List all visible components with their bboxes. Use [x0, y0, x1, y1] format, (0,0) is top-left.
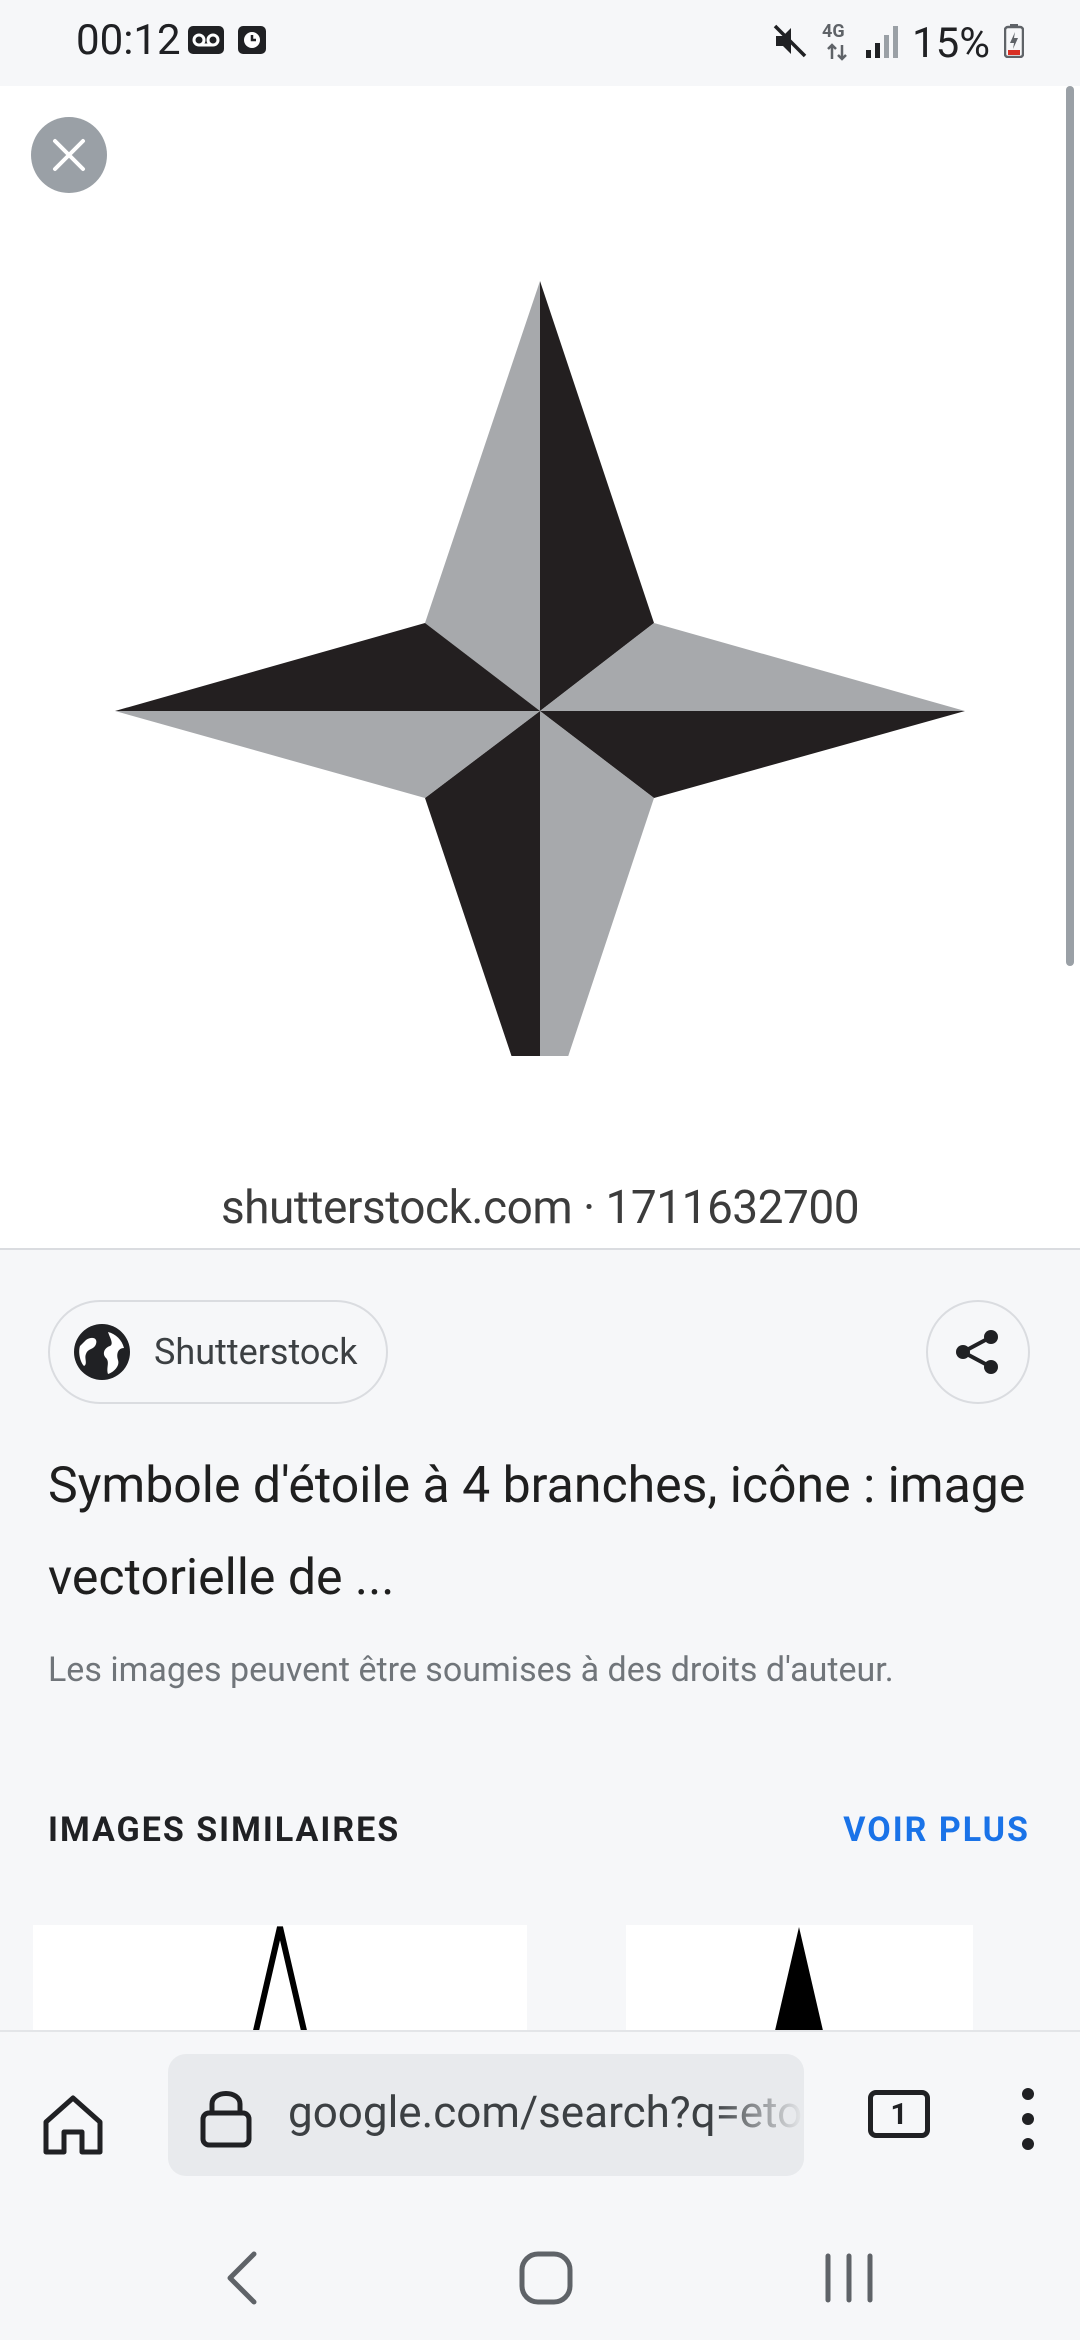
clock-app-icon: [238, 26, 266, 58]
signal-icon: [866, 24, 899, 62]
similar-image-thumbnail[interactable]: [626, 1925, 973, 2035]
voicemail-icon: [188, 26, 224, 58]
address-bar[interactable]: google.com/search?q=etoile: [168, 2054, 804, 2176]
close-button[interactable]: [31, 117, 107, 193]
image-watermark: shutterstock.com · 1711632700: [220, 1181, 860, 1235]
similar-images-heading: IMAGES SIMILAIRES: [48, 1810, 401, 1850]
battery-level: 15%: [912, 18, 990, 68]
url-fade: [714, 2054, 804, 2176]
recent-apps-icon[interactable]: [822, 2250, 876, 2306]
network-type-label: 4G: [822, 21, 845, 42]
battery-charging-icon: [1003, 24, 1025, 62]
system-navigation-bar: [0, 2210, 1080, 2340]
similar-image-thumbnail[interactable]: [33, 1925, 527, 2035]
back-icon[interactable]: [222, 2250, 262, 2306]
four-point-star-image: [110, 196, 970, 1141]
see-more-link[interactable]: VOIR PLUS: [843, 1810, 1030, 1850]
share-icon: [956, 1330, 998, 1374]
network-type-icon: 4G: [822, 21, 852, 65]
status-time: 00:12: [76, 16, 181, 65]
copyright-notice: Les images peuvent être soumises à des d…: [48, 1650, 894, 1690]
source-chip[interactable]: Shutterstock: [48, 1300, 388, 1404]
status-right-group: 4G 15%: [772, 18, 1025, 68]
share-button[interactable]: [926, 1300, 1030, 1404]
lock-icon: [200, 2091, 252, 2148]
close-icon: [53, 139, 85, 171]
home-nav-icon[interactable]: [518, 2250, 574, 2306]
image-preview-panel: shutterstock.com · 1711632700: [0, 86, 1080, 1250]
status-bar: 00:12 4G 15%: [0, 0, 1080, 86]
scrollbar-thumb[interactable]: [1066, 86, 1074, 966]
home-icon[interactable]: [38, 2090, 108, 2160]
source-name: Shutterstock: [154, 1331, 358, 1373]
browser-toolbar: google.com/search?q=etoile 1: [0, 2030, 1080, 2212]
tab-switcher-button[interactable]: 1: [868, 2090, 930, 2138]
more-options-icon[interactable]: [1016, 2084, 1040, 2154]
result-title[interactable]: Symbole d'étoile à 4 branches, icône : i…: [48, 1440, 1028, 1624]
mute-icon: [772, 23, 808, 63]
globe-icon: [74, 1324, 130, 1380]
